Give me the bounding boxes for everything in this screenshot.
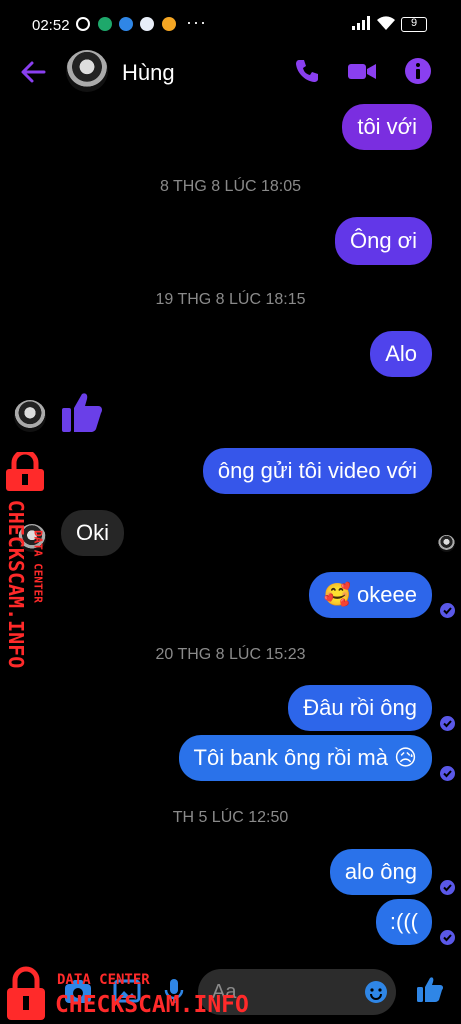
message-bubble[interactable]: 🥰 okeee xyxy=(308,572,432,618)
battery-level: 9 xyxy=(410,17,418,29)
app-notification-icon xyxy=(98,17,112,31)
message-bubble[interactable]: :((( xyxy=(375,899,432,945)
message-text: Oki xyxy=(76,520,109,545)
video-call-icon[interactable] xyxy=(347,56,377,86)
message-text: alo ông xyxy=(344,859,417,884)
timestamp: 20 THG 8 LÚC 15:23 xyxy=(155,646,306,663)
more-notifications-icon: ··· xyxy=(186,12,207,32)
contact-avatar[interactable] xyxy=(66,50,108,92)
seen-avatar xyxy=(438,535,455,552)
watermark-big-text: CHECKSCAM.INFO xyxy=(4,499,28,669)
phone-call-icon[interactable] xyxy=(292,56,322,86)
message-bubble[interactable]: Tôi bank ông rồi mà 😥 xyxy=(178,735,432,781)
watermark-bottom-small-text: DATA CENTER xyxy=(57,972,150,988)
message-text: tôi với xyxy=(357,114,417,139)
timestamp: 8 THG 8 LÚC 18:05 xyxy=(159,178,302,195)
alarm-icon xyxy=(76,17,90,31)
sender-avatar[interactable] xyxy=(14,400,46,432)
message-bubble[interactable]: alo ông xyxy=(329,849,432,895)
back-arrow-icon[interactable] xyxy=(18,58,48,86)
message-text: 🥰 okeee xyxy=(323,582,417,607)
delivered-check-icon xyxy=(440,766,455,781)
message-text: Alo xyxy=(385,341,417,366)
message-text: Tôi bank ông rồi mà 😥 xyxy=(193,745,417,770)
info-icon[interactable] xyxy=(403,56,433,86)
message-text: :((( xyxy=(389,909,418,934)
watermark-lock-icon-bottom xyxy=(7,966,45,1020)
battery-icon: 9 xyxy=(401,17,427,32)
message-bubble[interactable]: tôi với xyxy=(342,104,432,150)
message-bubble[interactable]: Alo xyxy=(370,331,432,377)
delivered-check-icon xyxy=(440,716,455,731)
message-text: Ông ơi xyxy=(349,228,417,253)
status-time: 02:52 xyxy=(32,17,70,34)
message-bubble[interactable]: Đâu rồi ông xyxy=(288,685,432,731)
signal-icon xyxy=(352,16,370,30)
timestamp: 19 THG 8 LÚC 18:15 xyxy=(155,291,306,308)
status-bar: 02:52 ··· 9 xyxy=(0,0,461,48)
delivered-check-icon xyxy=(440,880,455,895)
thumbs-up-send-icon[interactable] xyxy=(416,975,444,1003)
watermark-small-text: DATA CENTER xyxy=(31,530,45,603)
emoji-icon[interactable] xyxy=(364,980,388,1004)
timestamp: TH 5 LÚC 12:50 xyxy=(172,809,289,826)
message-text: ông gửi tôi video với xyxy=(217,458,417,483)
app-notification-icon-2 xyxy=(162,17,176,31)
watermark-lock-icon xyxy=(6,452,44,491)
wifi-icon xyxy=(377,16,395,30)
message-bubble[interactable]: Ông ơi xyxy=(334,217,432,265)
delivered-check-icon xyxy=(440,603,455,618)
message-bubble[interactable]: Oki xyxy=(61,510,124,556)
messenger-notification-icon xyxy=(119,17,133,31)
message-text: Đâu rồi ông xyxy=(303,695,417,720)
thumbs-up-icon xyxy=(62,393,102,432)
contact-name[interactable]: Hùng xyxy=(122,60,175,86)
message-bubble[interactable]: ông gửi tôi video với xyxy=(202,448,432,494)
delivered-check-icon xyxy=(440,930,455,945)
zalo-notification-icon xyxy=(140,17,154,31)
chat-header: Hùng xyxy=(0,48,461,100)
watermark-bottom-big-text: CHECKSCAM.INFO xyxy=(55,992,249,1018)
